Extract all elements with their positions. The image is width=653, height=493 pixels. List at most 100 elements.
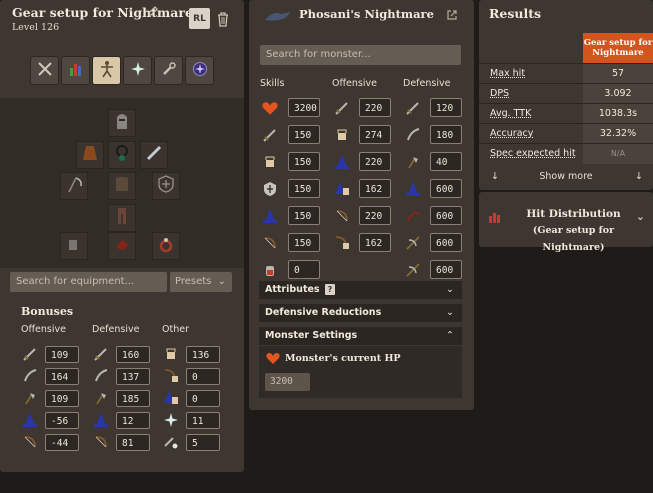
attributes-help-icon[interactable]: ? [324,284,335,295]
monster-defensive-value[interactable]: 600 [430,179,462,198]
stab-defence-icon [92,345,110,363]
monster-offensive-value[interactable]: 220 [359,152,391,171]
slot-ammo[interactable] [140,141,168,169]
slot-hands[interactable] [60,232,88,260]
combat-style-tab[interactable] [30,56,59,85]
defensive-bonus-value[interactable]: 185 [116,390,150,407]
defensive-reductions-section[interactable]: Defensive Reductions ⌄ [259,304,462,322]
monster-offensive-value[interactable]: 220 [359,206,391,225]
show-more-label: Show more [539,171,593,182]
presets-dropdown[interactable]: Presets ⌄ [170,272,232,292]
monster-skill-value[interactable]: 150 [288,233,320,252]
hit-distribution-title-text: Hit Distribution [526,208,621,220]
skills-tab[interactable] [61,56,90,85]
monster-settings-section[interactable]: Monster Settings ⌃ [259,327,462,345]
spellbook-tab[interactable] [185,56,214,85]
strength-icon [260,152,280,172]
offensive-bonus-value[interactable]: -44 [45,434,79,451]
platelegs-icon [112,206,132,230]
monster-skill-value[interactable]: 3200 [288,98,320,117]
result-value: 1038.3s [583,104,653,124]
crush-icon [21,389,39,407]
other-bonus-value[interactable]: 11 [186,412,220,429]
defensive-bonus-value[interactable]: 81 [116,434,150,451]
defensive-bonus-value[interactable]: 137 [116,368,150,385]
attributes-section[interactable]: Attributes ? ⌄ [259,281,462,299]
monster-offensive-value[interactable]: 162 [359,233,391,252]
monster-offensive-value[interactable]: 220 [359,98,391,117]
result-label[interactable]: Spec expected hit [490,148,576,159]
offensive-bonus-value[interactable]: 109 [45,346,79,363]
equipment-search-input[interactable]: Search for equipment... [10,272,167,292]
slot-cape[interactable] [76,141,104,169]
spec-expected-hit-row: Spec expected hit N/A [479,143,653,164]
offensive-bonus-value[interactable]: 164 [45,368,79,385]
defensive-bonus-value[interactable]: 160 [116,346,150,363]
standard-ranged-defence-icon [403,233,423,253]
slot-head[interactable] [108,109,136,137]
other-bonus-value[interactable]: 5 [186,434,220,451]
arrow-down-icon: ↓ [635,171,643,182]
other-bonus-value[interactable]: 136 [186,346,220,363]
prayer-tab[interactable] [123,56,152,85]
monster-skill-value[interactable]: 150 [288,152,320,171]
monster-offensive-value[interactable]: 274 [359,125,391,144]
buffs-tab[interactable] [154,56,183,85]
monster-defensive-value[interactable]: 600 [430,206,462,225]
slot-weapon[interactable] [60,172,88,200]
crush-defence-icon [92,389,110,407]
slot-shield[interactable] [152,172,180,200]
offensive-bonus-value[interactable]: 109 [45,390,79,407]
offensive-bonus-value[interactable]: -56 [45,412,79,429]
slot-feet[interactable] [108,232,136,260]
current-hp-input[interactable]: 3200 [265,373,310,391]
equipment-search-placeholder: Search for equipment... [16,276,135,287]
monster-skill-value[interactable]: 150 [288,125,320,144]
hit-distribution-panel[interactable]: Hit Distribution (Gear setup for Nightma… [479,192,653,253]
result-label[interactable]: DPS [490,88,509,99]
result-label[interactable]: Avg. TTK [490,108,531,119]
monster-header-offensive: Offensive [332,78,377,89]
ranged-strength-icon [162,367,180,385]
player-figure-icon [98,60,116,82]
hit-distribution-title: Hit Distribution (Gear setup for Nightma… [511,206,636,256]
equipment-tab[interactable] [92,56,121,85]
helm-icon [112,111,132,135]
runelite-import-button[interactable]: RL [189,8,210,29]
slot-legs[interactable] [108,204,136,232]
result-label[interactable]: Accuracy [490,128,533,139]
bolts-icon [144,143,164,167]
monster-defensive-value[interactable]: 120 [430,98,462,117]
monster-defensive-value[interactable]: 600 [430,260,462,279]
other-bonus-value[interactable]: 0 [186,368,220,385]
monster-skill-value[interactable]: 150 [288,206,320,225]
avg-ttk-row: Avg. TTK 1038.3s [479,103,653,124]
magic-icon [260,206,280,226]
result-label[interactable]: Max hit [490,68,525,79]
edit-name-icon[interactable] [145,3,161,19]
monster-name[interactable]: Phosani's Nightmare [299,7,434,21]
show-more-button[interactable]: ↓ Show more ↓ [479,166,653,188]
monster-skill-value[interactable]: 150 [288,179,320,198]
ranged-strength-icon [332,233,352,253]
monster-skill-value[interactable]: 0 [288,260,320,279]
delete-loadout-icon[interactable] [212,8,234,30]
monster-defensive-value[interactable]: 180 [430,125,462,144]
other-bonus-value[interactable]: 0 [186,390,220,407]
chevron-down-icon: ⌄ [446,284,454,295]
monster-defensive-value[interactable]: 600 [430,233,462,252]
monster-defensive-value[interactable]: 40 [430,152,462,171]
slot-neck[interactable] [108,141,136,169]
monster-search-input[interactable]: Search for monster... [260,45,461,65]
external-link-icon[interactable] [441,4,463,26]
result-value: 57 [583,64,653,84]
gloves-icon [64,234,84,258]
monster-panel: Phosani's Nightmare Search for monster..… [249,0,474,410]
monster-offensive-value[interactable]: 162 [359,179,391,198]
slot-ring[interactable] [152,232,180,260]
defensive-bonus-value[interactable]: 12 [116,412,150,429]
bonus-header-offensive: Offensive [21,324,66,335]
slot-body[interactable] [108,172,136,200]
arrow-down-icon: ↓ [491,171,499,182]
loadout-title[interactable]: Gear setup for Nightmare [12,5,193,20]
